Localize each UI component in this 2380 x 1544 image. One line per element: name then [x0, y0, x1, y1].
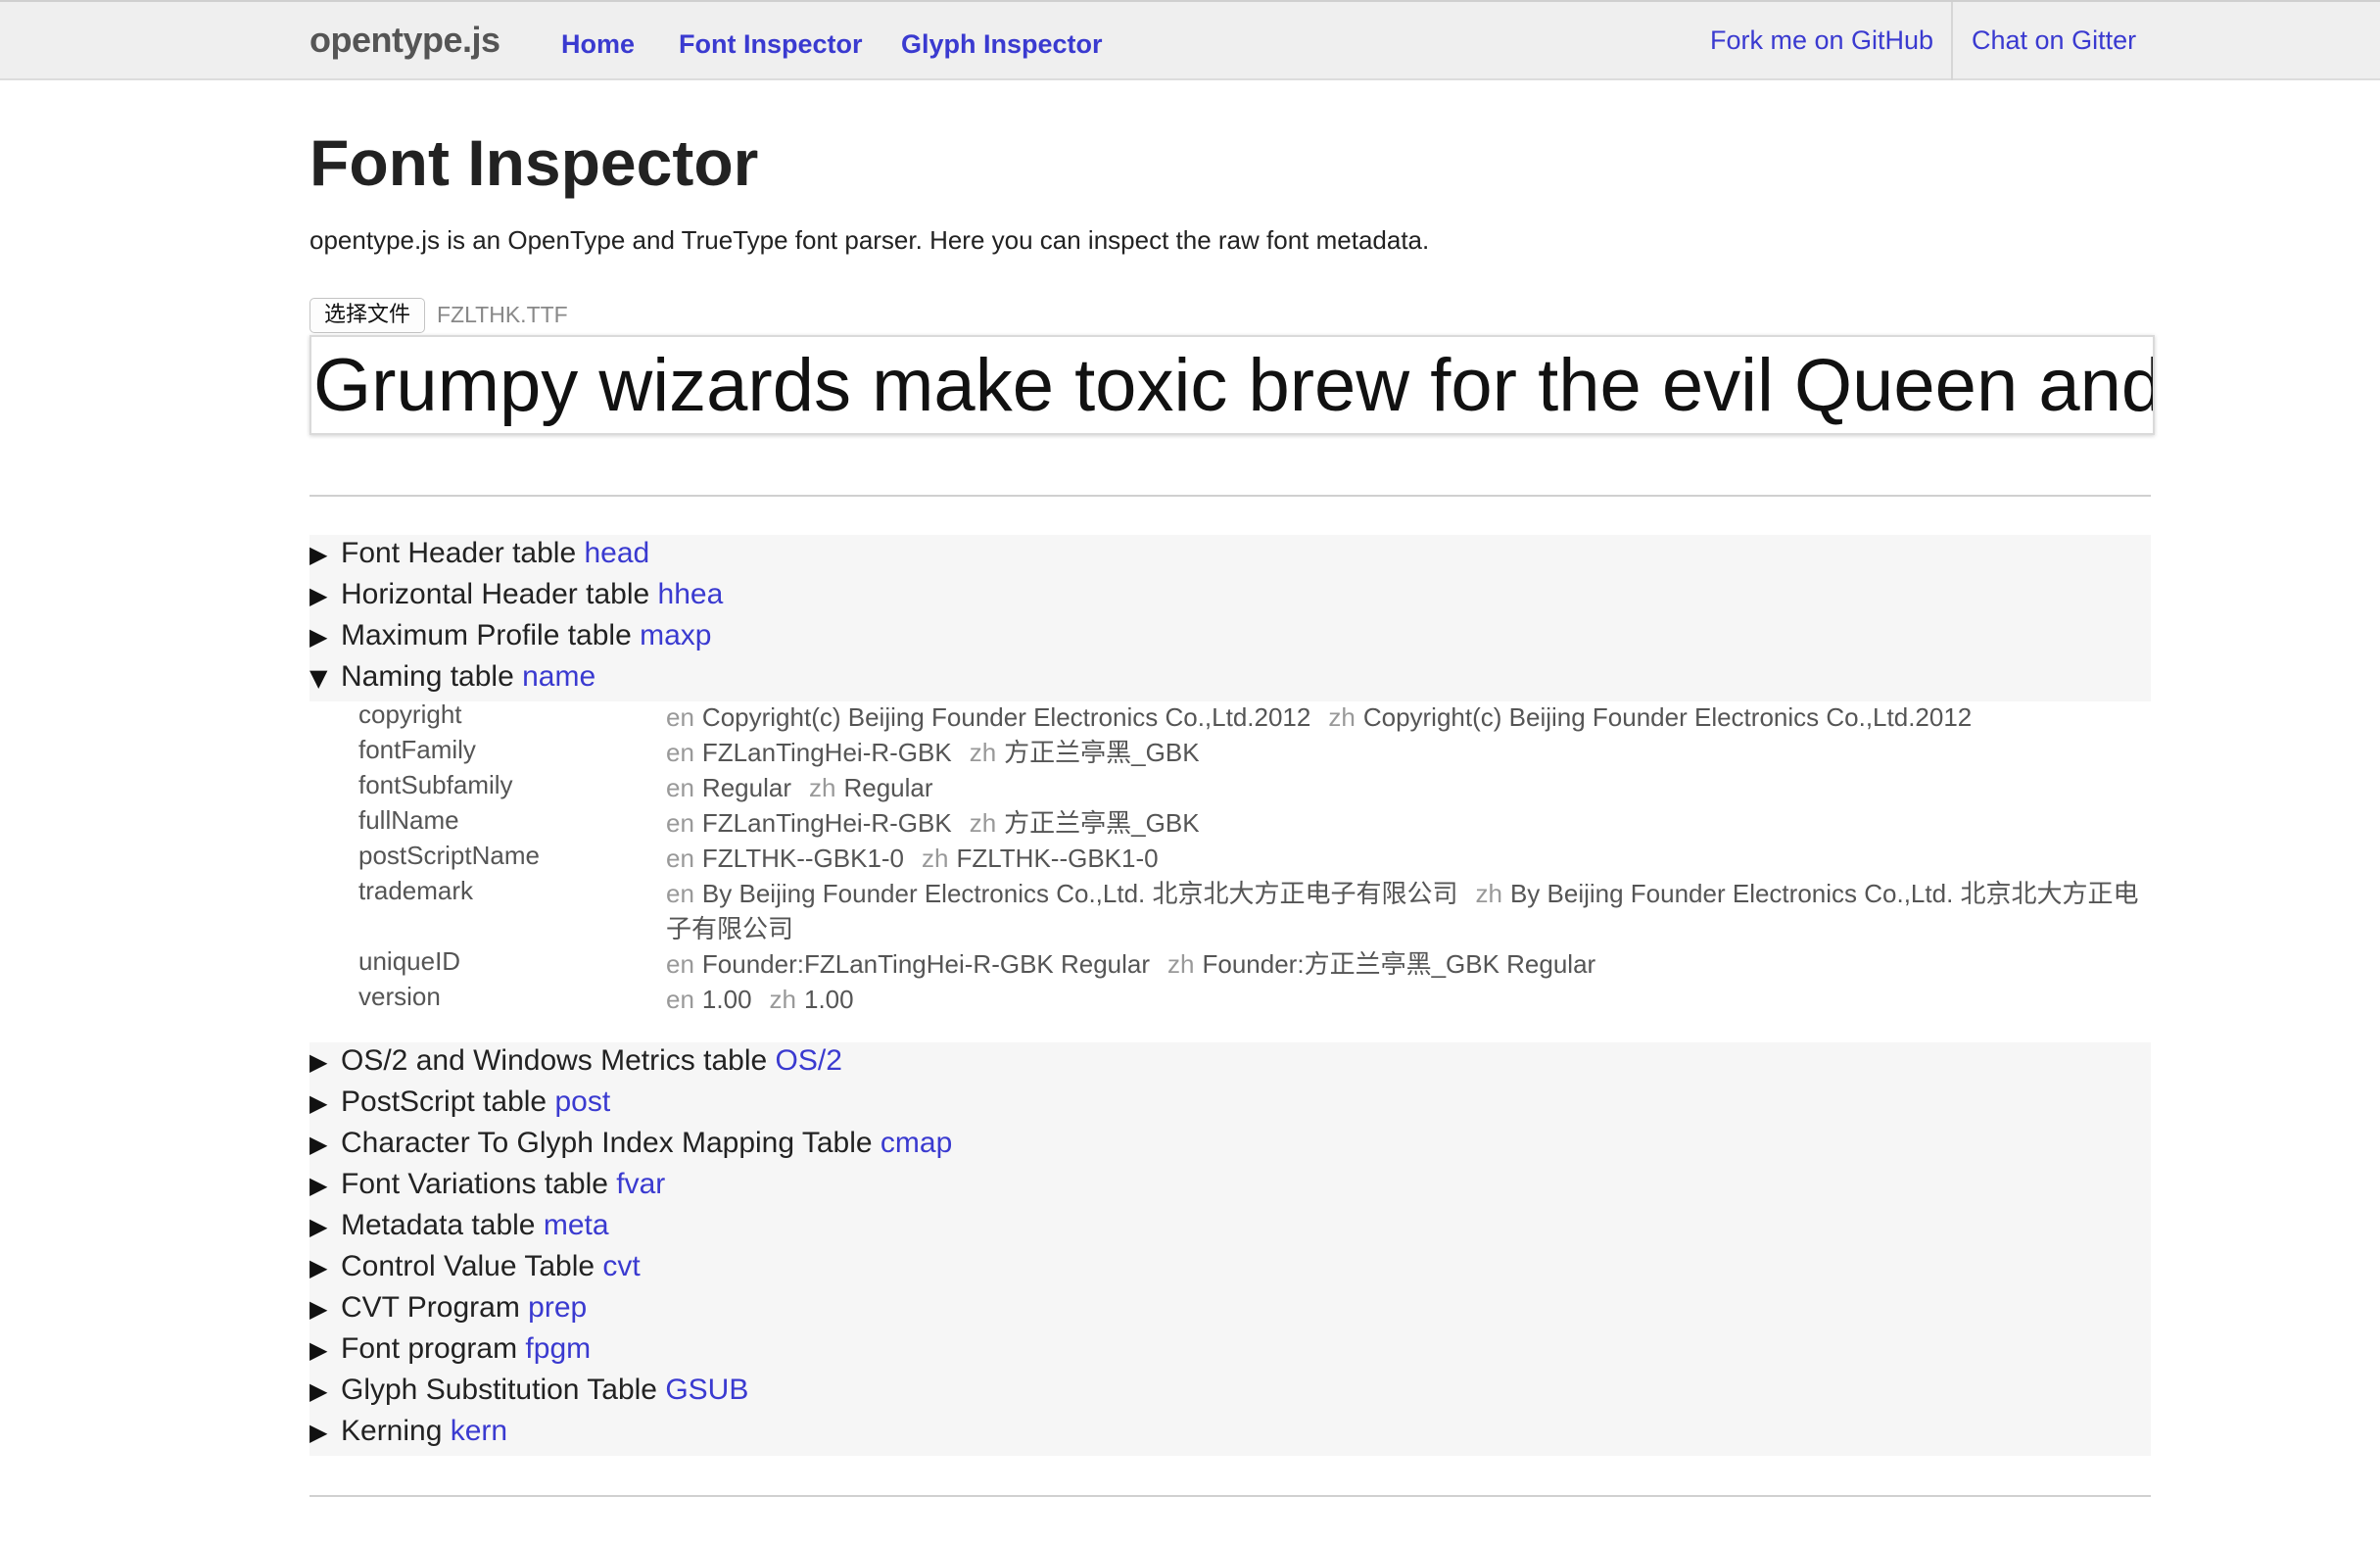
expand-triangle-icon: ▶ [309, 623, 328, 651]
table-label: Font program [341, 1332, 518, 1365]
name-entry-fontfamily: fontFamily en FZLanTingHei-R-GBK zh 方正兰亭黑_G… [0, 735, 2380, 770]
table-label: Horizontal Header table [341, 578, 650, 610]
table-tag: GSUB [665, 1374, 749, 1406]
table-row-fpgm[interactable]: ▶ Font program fpgm [309, 1332, 591, 1374]
name-entry-uniqueid: uniqueID en Founder:FZLanTingHei-R-GBK Re… [0, 946, 2380, 982]
font-preview-box[interactable]: Grumpy wizards make toxic brew for the e… [309, 335, 2155, 435]
table-tag: fvar [616, 1168, 666, 1200]
nav-font-inspector-link[interactable]: Font Inspector [679, 29, 863, 60]
nav-home-link[interactable]: Home [561, 29, 635, 60]
expand-triangle-icon: ▶ [309, 1089, 328, 1117]
table-tag: post [554, 1086, 611, 1118]
name-entry-fullname: fullName en FZLanTingHei-R-GBK zh 方正兰亭黑_GBK [0, 805, 2380, 841]
name-key: postScriptName [358, 841, 540, 870]
table-label: Metadata table [341, 1209, 536, 1241]
name-value: en FZLanTingHei-R-GBK zh 方正兰亭黑_GBK [666, 738, 1200, 767]
table-label: Kerning [341, 1415, 443, 1447]
table-row-kern[interactable]: ▶ Kerning kern [309, 1415, 507, 1456]
table-row-name[interactable]: ▼ Naming table name [309, 660, 595, 701]
brand-logo[interactable]: opentype.js [309, 20, 500, 61]
name-entry-version: version en 1.00 zh 1.00 [0, 982, 2380, 1017]
table-label: OS/2 and Windows Metrics table [341, 1044, 768, 1077]
expand-triangle-icon: ▶ [309, 1295, 328, 1323]
page-title: Font Inspector [309, 126, 759, 199]
name-value: en Regular zh Regular [666, 773, 933, 802]
table-row-hhea[interactable]: ▶ Horizontal Header table hhea [309, 578, 723, 619]
table-label: PostScript table [341, 1086, 547, 1118]
table-label: Glyph Substitution Table [341, 1374, 657, 1406]
table-tag: cvt [602, 1250, 641, 1282]
table-label: Character To Glyph Index Mapping Table [341, 1127, 873, 1159]
name-key: fullName [358, 805, 459, 835]
selected-file-name: FZLTHK.TTF [437, 302, 568, 327]
table-label: CVT Program [341, 1291, 520, 1324]
divider-bottom [309, 1495, 2151, 1497]
name-key: fontFamily [358, 735, 476, 764]
table-tag: kern [450, 1415, 508, 1447]
name-value: en FZLanTingHei-R-GBK zh 方正兰亭黑_GBK [666, 808, 1200, 838]
expand-triangle-icon: ▶ [309, 582, 328, 609]
name-value: en Copyright(c) Beijing Founder Electroni… [666, 702, 1973, 732]
divider-top [309, 495, 2151, 497]
name-entry-postscriptname: postScriptName en FZLTHK--GBK1-0 zh FZLTHK-… [0, 841, 2380, 876]
name-key: trademark [358, 876, 474, 905]
name-entry-fontsubfamily: fontSubfamily en Regular zh Regular [0, 770, 2380, 805]
expand-triangle-icon: ▶ [309, 1377, 328, 1405]
nav-glyph-inspector-link[interactable]: Glyph Inspector [901, 29, 1103, 60]
name-entry-copyright: copyright en Copyright(c) Beijing Founder… [0, 700, 2380, 735]
table-label: Font Header table [341, 537, 577, 569]
collapse-triangle-icon: ▼ [309, 664, 328, 692]
expand-triangle-icon: ▶ [309, 1419, 328, 1446]
nav-divider [1951, 2, 1953, 80]
table-tag: maxp [640, 619, 712, 651]
name-value: en By Beijing Founder Electronics Co.,Ltd… [666, 879, 2139, 943]
table-row-maxp[interactable]: ▶ Maximum Profile table maxp [309, 619, 711, 660]
name-key: fontSubfamily [358, 770, 513, 799]
table-row-meta[interactable]: ▶ Metadata table meta [309, 1209, 609, 1250]
expand-triangle-icon: ▶ [309, 1048, 328, 1076]
table-row-fvar[interactable]: ▶ Font Variations table fvar [309, 1168, 665, 1209]
table-row-prep[interactable]: ▶ CVT Program prep [309, 1291, 587, 1332]
fork-github-link[interactable]: Fork me on GitHub [1710, 25, 1933, 56]
table-tag: meta [543, 1209, 609, 1241]
font-preview-text: Grumpy wizards make toxic brew for the e… [313, 344, 2155, 427]
table-tag: OS/2 [775, 1044, 842, 1077]
expand-triangle-icon: ▶ [309, 541, 328, 568]
top-navbar: opentype.js Home Font Inspector Glyph In… [0, 0, 2380, 80]
name-value: en 1.00 zh 1.00 [666, 985, 854, 1014]
table-row-head[interactable]: ▶ Font Header table head [309, 537, 649, 578]
table-tag: prep [528, 1291, 588, 1324]
page-intro: opentype.js is an OpenType and TrueType … [309, 225, 1430, 255]
table-row-cmap[interactable]: ▶ Character To Glyph Index Mapping Table … [309, 1127, 952, 1168]
name-key: copyright [358, 700, 462, 729]
name-key: uniqueID [358, 946, 461, 976]
table-label: Maximum Profile table [341, 619, 632, 651]
name-value: en Founder:FZLanTingHei-R-GBK Regular zh Fo… [666, 949, 1596, 979]
table-label: Naming table [341, 660, 514, 693]
table-row-os2[interactable]: ▶ OS/2 and Windows Metrics table OS/2 [309, 1044, 842, 1086]
name-value: en FZLTHK--GBK1-0 zh FZLTHK--GBK1-0 [666, 844, 1159, 873]
table-row-gsub[interactable]: ▶ Glyph Substitution Table GSUB [309, 1374, 748, 1415]
table-label: Control Value Table [341, 1250, 595, 1282]
expand-triangle-icon: ▶ [309, 1131, 328, 1158]
table-label: Font Variations table [341, 1168, 608, 1200]
table-tag: fpgm [525, 1332, 592, 1365]
expand-triangle-icon: ▶ [309, 1336, 328, 1364]
table-row-post[interactable]: ▶ PostScript table post [309, 1086, 610, 1127]
expand-triangle-icon: ▶ [309, 1254, 328, 1281]
table-tag: hhea [657, 578, 724, 610]
choose-file-button[interactable]: 选择文件 [309, 298, 426, 333]
table-tag: cmap [880, 1127, 953, 1159]
table-tag: head [584, 537, 650, 569]
expand-triangle-icon: ▶ [309, 1172, 328, 1199]
table-tag: name [522, 660, 596, 693]
name-key: version [358, 982, 441, 1011]
expand-triangle-icon: ▶ [309, 1213, 328, 1240]
name-entry-trademark: trademark en By Beijing Founder Electroni… [0, 876, 2380, 946]
chat-gitter-link[interactable]: Chat on Gitter [1972, 25, 2136, 56]
table-row-cvt[interactable]: ▶ Control Value Table cvt [309, 1250, 641, 1291]
